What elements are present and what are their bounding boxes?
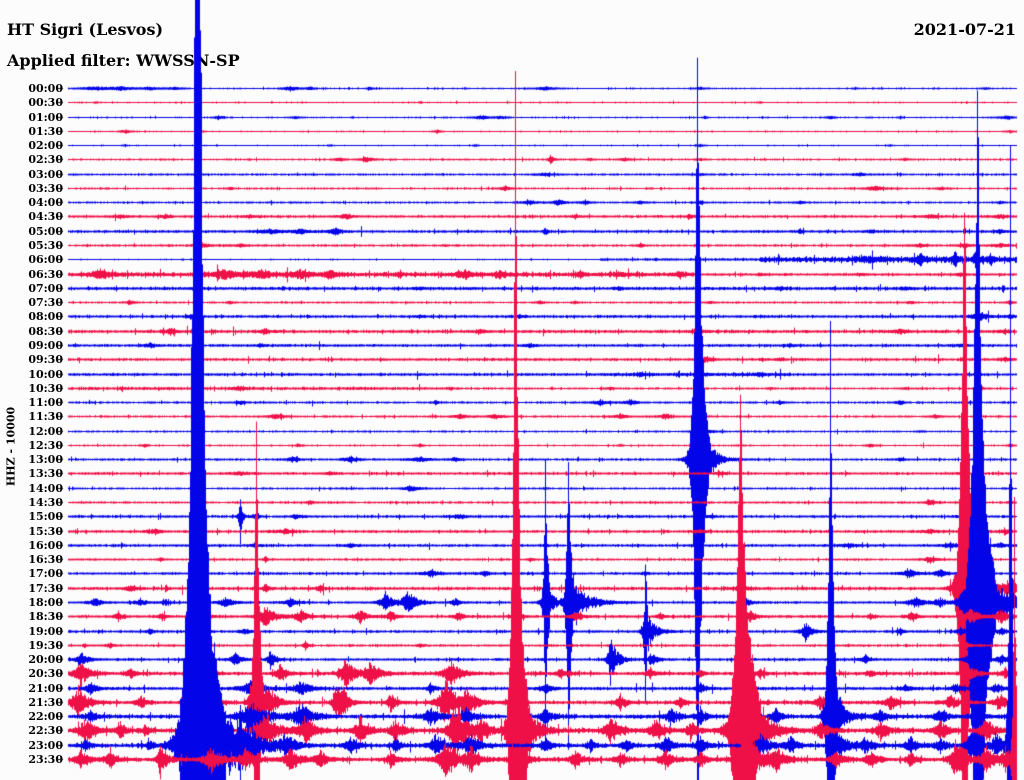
helicorder-page: HT Sigri (Lesvos) Applied filter: WWSSN-… [0, 0, 1024, 780]
seismogram-trace-canvas [0, 0, 1024, 780]
